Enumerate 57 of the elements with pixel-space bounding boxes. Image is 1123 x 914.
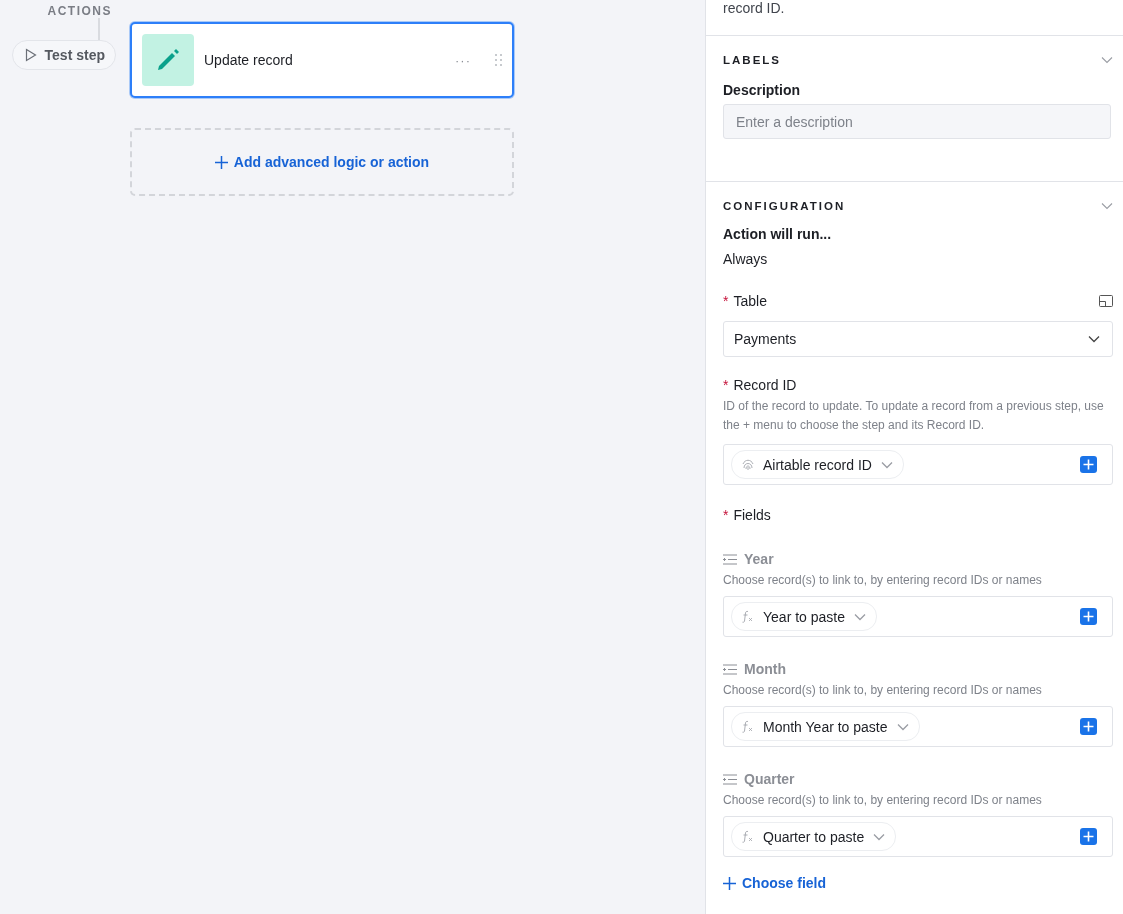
field-label: Table bbox=[733, 293, 767, 309]
caret-icon bbox=[854, 612, 866, 621]
plus-icon bbox=[214, 155, 228, 169]
token-chip[interactable]: Month Year to paste bbox=[731, 712, 920, 741]
help-text: Choose record(s) to link to, by entering record IDs or names bbox=[723, 792, 1043, 809]
field-type-icon bbox=[723, 773, 737, 785]
caret-icon bbox=[880, 460, 893, 469]
help-text: record ID. bbox=[706, 0, 1123, 36]
field-label: Action will run... bbox=[723, 226, 833, 242]
add-icon[interactable] bbox=[1080, 718, 1097, 735]
token-field[interactable]: Quarter to paste bbox=[723, 816, 1113, 857]
step-card[interactable]: Update record ··· bbox=[130, 22, 514, 98]
fingerprint-icon bbox=[742, 458, 754, 471]
field-type-icon bbox=[723, 553, 737, 565]
field-name: Quarter bbox=[744, 771, 795, 787]
chevron-down-icon bbox=[1088, 335, 1100, 343]
formula-icon bbox=[742, 830, 754, 843]
expand-icon[interactable] bbox=[1099, 295, 1113, 307]
play-icon bbox=[24, 48, 37, 62]
add-icon[interactable] bbox=[1080, 828, 1097, 845]
help-text: ID of the record to update. To update a record from a previous step, use the + menu to choose the step and its Record ID. bbox=[723, 398, 1105, 434]
field-label: Record ID bbox=[733, 377, 797, 393]
test-step-button[interactable]: Test step bbox=[11, 40, 116, 70]
add-icon[interactable] bbox=[1080, 608, 1097, 625]
field-name: Year bbox=[744, 551, 774, 567]
section-label: ACTIONS bbox=[47, 4, 112, 18]
add-icon[interactable] bbox=[1080, 456, 1097, 473]
required-mark: * bbox=[723, 293, 729, 309]
table-select[interactable]: Payments bbox=[723, 321, 1113, 357]
token-field[interactable]: Airtable record ID bbox=[723, 444, 1113, 485]
required-mark: * bbox=[723, 507, 729, 523]
description-field[interactable]: Enter a description bbox=[723, 104, 1111, 139]
section-title: CONFIGURATION bbox=[723, 200, 846, 212]
field-label: Fields bbox=[733, 507, 771, 523]
field-name: Month bbox=[744, 661, 786, 677]
token-field[interactable]: Year to paste bbox=[723, 596, 1113, 637]
formula-icon bbox=[742, 610, 754, 623]
token-chip[interactable]: Quarter to paste bbox=[731, 822, 897, 851]
step-title: Update record bbox=[204, 52, 294, 68]
add-action-link[interactable]: Add advanced logic or action bbox=[214, 154, 430, 170]
field-type-icon bbox=[723, 663, 737, 675]
caret-icon bbox=[896, 722, 909, 731]
token-field[interactable]: Month Year to paste bbox=[723, 706, 1113, 747]
plus-icon bbox=[723, 876, 736, 890]
drag-handle-icon[interactable] bbox=[495, 54, 502, 66]
field-value: Always bbox=[723, 251, 769, 267]
help-text: Choose record(s) to link to, by entering record IDs or names bbox=[723, 572, 1043, 589]
token-chip[interactable]: Year to paste bbox=[731, 602, 877, 631]
choose-field-link[interactable]: Choose field bbox=[723, 875, 1113, 891]
help-text: Choose record(s) to link to, by entering record IDs or names bbox=[723, 682, 1043, 699]
token-chip[interactable]: Airtable record ID bbox=[731, 450, 904, 479]
formula-icon bbox=[742, 720, 754, 733]
field-label: Description bbox=[723, 82, 801, 98]
required-mark: * bbox=[723, 377, 729, 393]
caret-icon bbox=[873, 832, 886, 841]
pencil-icon bbox=[142, 34, 194, 86]
section-title: LABELS bbox=[723, 54, 781, 66]
